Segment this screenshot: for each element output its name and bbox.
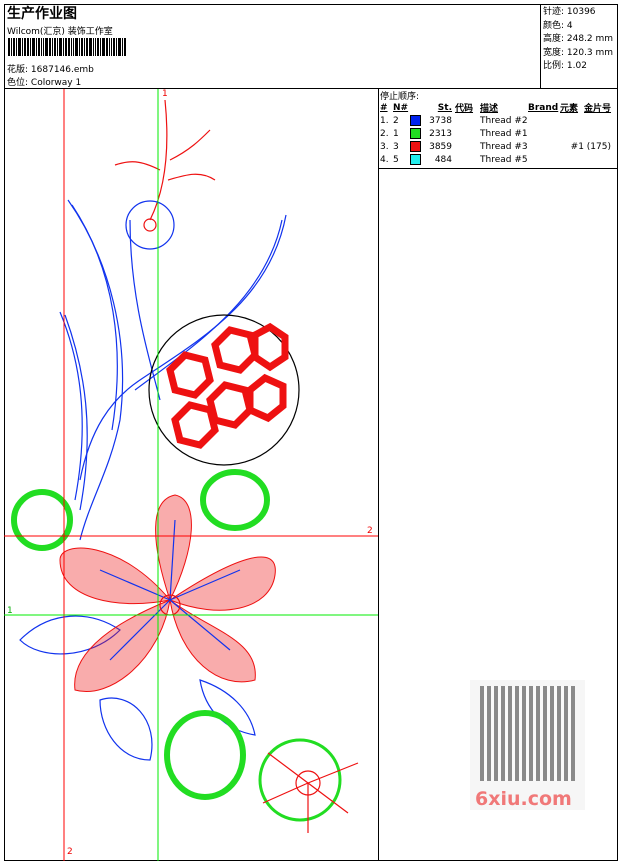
- red-hexagons: [166, 322, 289, 449]
- embroidery-design: [11, 99, 359, 833]
- red-flower-bottom: [262, 752, 359, 833]
- guide-label-right: 2: [367, 526, 373, 536]
- guide-label-top: 1: [162, 89, 168, 99]
- watermark-text: 6xiu.com: [475, 788, 572, 810]
- guide-label-bottom: 2: [67, 847, 73, 857]
- guide-label-left: 1: [7, 606, 13, 616]
- twig: [114, 99, 216, 221]
- small-flower: [125, 200, 175, 250]
- qr-watermark: 6xiu.com: [470, 680, 585, 810]
- qr-code: [480, 686, 575, 781]
